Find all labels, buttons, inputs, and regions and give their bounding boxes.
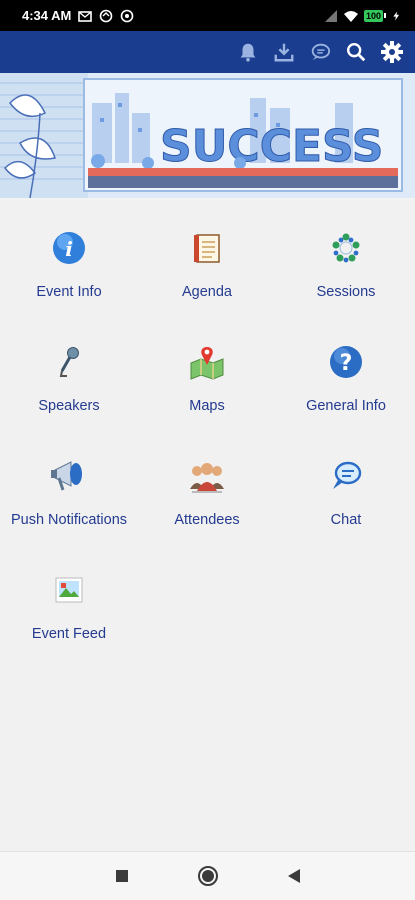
tile-label: Agenda: [182, 284, 232, 300]
tile-event-feed[interactable]: Event Feed: [0, 556, 138, 656]
tile-attendees[interactable]: Attendees: [138, 442, 276, 542]
chat-icon: [333, 461, 362, 489]
notifications-button[interactable]: [235, 39, 261, 65]
tile-label: Maps: [189, 398, 225, 414]
tile-sessions[interactable]: Sessions: [277, 214, 415, 314]
question-icon: ?: [330, 346, 362, 378]
back-button[interactable]: [282, 864, 306, 888]
system-nav-bar: [0, 851, 415, 900]
tile-label: Event Info: [36, 284, 102, 300]
battery-level: 100: [363, 9, 383, 22]
home-button[interactable]: [196, 864, 220, 888]
search-button[interactable]: [343, 39, 369, 65]
status-bar: 4:34 AM 100: [0, 0, 415, 31]
agenda-notebook-icon: [194, 234, 220, 263]
home-circle-icon: [197, 866, 218, 886]
battery-icon: 100: [363, 9, 386, 22]
status-time: 4:34 AM: [22, 8, 72, 23]
gear-icon: [381, 41, 403, 63]
tile-push-notifications[interactable]: Push Notifications: [0, 442, 138, 542]
top-toolbar: [0, 31, 415, 73]
svg-text:?: ?: [340, 351, 353, 376]
recents-button[interactable]: [110, 864, 134, 888]
info-icon: i: [53, 232, 85, 264]
download-button[interactable]: [271, 39, 297, 65]
success-city-illustration: SUCCESS: [0, 73, 415, 198]
bell-icon: [240, 43, 256, 62]
banner-text: SUCCESS: [160, 121, 383, 172]
chat-feed-button[interactable]: [307, 39, 333, 65]
back-triangle-icon: [287, 869, 300, 883]
tile-speakers[interactable]: Speakers: [0, 328, 138, 428]
tile-maps[interactable]: Maps: [138, 328, 276, 428]
settings-button[interactable]: [379, 39, 405, 65]
tile-chat[interactable]: Chat: [277, 442, 415, 542]
microphone-icon: [59, 347, 79, 377]
tile-label: Attendees: [174, 512, 240, 528]
wifi-icon: [343, 10, 358, 22]
mail-icon: [78, 10, 93, 22]
charging-icon: [393, 11, 400, 20]
chat-bubble-icon: [311, 43, 331, 61]
tile-label: Chat: [330, 512, 362, 528]
sessions-people-icon: [332, 233, 360, 263]
tile-event-info[interactable]: i Event Info: [0, 214, 138, 314]
tile-label: Push Notifications: [10, 512, 128, 528]
tile-label: Speakers: [38, 398, 100, 414]
attendees-group-icon: [190, 463, 224, 493]
event-banner: SUCCESS: [0, 73, 415, 201]
recents-square-icon: [115, 870, 128, 882]
at-icon: [121, 9, 134, 22]
tile-label: Sessions: [316, 284, 376, 300]
map-pin-icon: [190, 347, 224, 380]
svg-text:i: i: [65, 237, 73, 261]
tile-general-info[interactable]: ? General Info: [277, 328, 415, 428]
photo-feed-icon: [55, 577, 83, 603]
download-icon: [274, 43, 294, 62]
sync-icon: [100, 9, 113, 22]
tile-agenda[interactable]: Agenda: [138, 214, 276, 314]
search-icon: [347, 43, 366, 62]
tile-label: Event Feed: [31, 626, 107, 642]
tile-label: General Info: [306, 398, 386, 414]
signal-icon: [324, 9, 337, 22]
megaphone-icon: [51, 461, 82, 491]
